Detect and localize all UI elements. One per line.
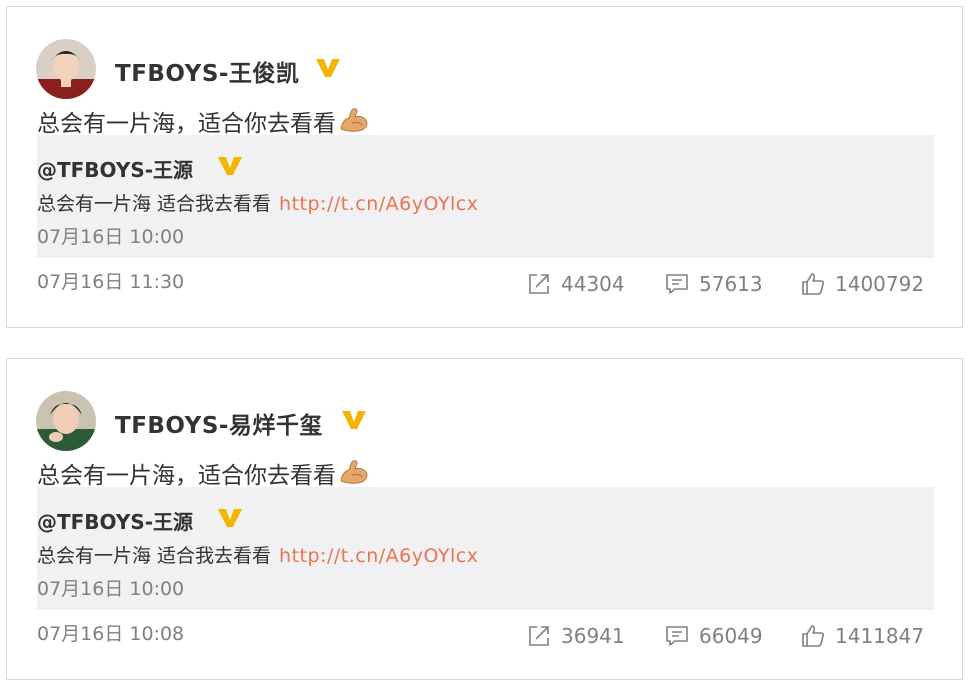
author-name[interactable]: TFBOYS-王俊凯 (115, 54, 299, 88)
quoted-post[interactable]: @TFBOYS-王源 总会有一片海 适合我去看看 http://t.cn/A6yO… (37, 487, 934, 610)
quoted-link[interactable]: http://t.cn/A6yOYlcx (279, 545, 478, 567)
share-icon (529, 274, 549, 294)
weibo-post-card: TFBOYS-王俊凯 总会有一片海，适合你去看看 @TFBOYS-王源 总会有一… (6, 6, 963, 328)
comment-icon (666, 626, 688, 646)
verified-badge-icon (316, 59, 340, 77)
comment-icon (666, 274, 688, 294)
post-text-content: 总会有一片海，适合你去看看 (37, 111, 336, 137)
quoted-post[interactable]: @TFBOYS-王源 总会有一片海 适合我去看看 http://t.cn/A6yO… (37, 135, 934, 258)
thumbs-up-icon (802, 273, 825, 295)
like-button[interactable]: 1400792 (801, 271, 924, 297)
post-text-content: 总会有一片海，适合你去看看 (37, 463, 336, 489)
comment-count: 66049 (699, 624, 763, 648)
thumbs-up-icon (802, 625, 825, 647)
quoted-text: 总会有一片海 适合我去看看 http://t.cn/A6yOYlcx (37, 189, 478, 216)
comment-button[interactable]: 57613 (665, 271, 763, 297)
share-icon (529, 626, 549, 646)
like-count: 1411847 (835, 624, 925, 648)
author-avatar[interactable] (36, 391, 96, 451)
verified-badge-icon (342, 411, 366, 429)
share-count: 44304 (561, 272, 625, 296)
weibo-post-card: TFBOYS-易烊千玺 总会有一片海，适合你去看看 @TFBOYS-王源 总会有… (6, 358, 963, 680)
share-button[interactable]: 44304 (527, 271, 625, 297)
quoted-text-content: 总会有一片海 适合我去看看 (37, 193, 272, 215)
post-timestamp[interactable]: 07月16日 11:30 (37, 267, 184, 294)
flexed-biceps-icon (340, 460, 368, 484)
post-text: 总会有一片海，适合你去看看 (37, 455, 370, 490)
post-text: 总会有一片海，适合你去看看 (37, 103, 370, 138)
quoted-author[interactable]: @TFBOYS-王源 (37, 506, 193, 535)
share-button[interactable]: 36941 (527, 623, 625, 649)
like-count: 1400792 (835, 272, 925, 296)
post-timestamp[interactable]: 07月16日 10:08 (37, 619, 184, 646)
comment-count: 57613 (699, 272, 763, 296)
share-count: 36941 (561, 624, 625, 648)
verified-badge-icon (218, 509, 242, 527)
quoted-author[interactable]: @TFBOYS-王源 (37, 154, 193, 183)
quoted-text: 总会有一片海 适合我去看看 http://t.cn/A6yOYlcx (37, 541, 478, 568)
like-button[interactable]: 1411847 (801, 623, 924, 649)
flexed-biceps-icon (340, 108, 368, 132)
quoted-link[interactable]: http://t.cn/A6yOYlcx (279, 193, 478, 215)
verified-badge-icon (218, 157, 242, 175)
quoted-text-content: 总会有一片海 适合我去看看 (37, 545, 272, 567)
quoted-timestamp[interactable]: 07月16日 10:00 (37, 222, 184, 249)
author-avatar[interactable] (36, 39, 96, 99)
comment-button[interactable]: 66049 (665, 623, 763, 649)
author-name[interactable]: TFBOYS-易烊千玺 (115, 406, 323, 440)
quoted-timestamp[interactable]: 07月16日 10:00 (37, 574, 184, 601)
